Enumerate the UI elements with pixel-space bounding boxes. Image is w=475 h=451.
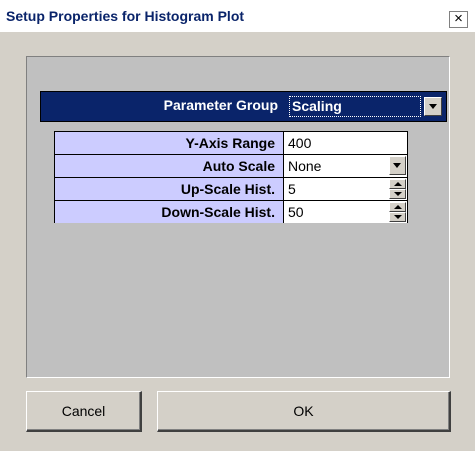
auto-scale-select[interactable]: None <box>284 155 407 177</box>
dialog-title: Setup Properties for Histogram Plot <box>6 8 245 24</box>
down-scale-input[interactable]: 50 <box>284 201 407 223</box>
up-scale-spinner <box>389 179 406 199</box>
property-value: 400 <box>288 135 312 151</box>
arrow-down-icon <box>394 215 402 219</box>
property-label: Y-Axis Range <box>55 132 283 154</box>
property-row-y-axis-range: Y-Axis Range 400 <box>55 132 407 154</box>
close-button[interactable]: × <box>449 11 468 28</box>
parameter-group-value[interactable]: Scaling <box>289 96 421 117</box>
spinner-down-button[interactable] <box>389 212 406 222</box>
property-label: Up-Scale Hist. <box>55 178 283 200</box>
property-value: None <box>288 158 322 174</box>
ok-button[interactable]: OK <box>157 391 451 432</box>
down-scale-spinner <box>389 202 406 222</box>
property-row-auto-scale: Auto Scale None <box>55 155 407 177</box>
spinner-down-button[interactable] <box>389 189 406 199</box>
spinner-up-button[interactable] <box>389 202 406 212</box>
chevron-down-icon <box>393 163 401 168</box>
y-axis-range-input[interactable]: 400 <box>284 132 407 154</box>
arrow-up-icon <box>394 182 402 186</box>
up-scale-input[interactable]: 5 <box>284 178 407 200</box>
arrow-up-icon <box>394 205 402 209</box>
property-row-up-scale: Up-Scale Hist. 5 <box>55 178 407 200</box>
dialog-window: Setup Properties for Histogram Plot × Pa… <box>0 0 475 451</box>
property-row-down-scale: Down-Scale Hist. 50 <box>55 201 407 223</box>
arrow-down-icon <box>394 192 402 196</box>
title-bar[interactable]: Setup Properties for Histogram Plot × <box>0 0 475 32</box>
close-icon: × <box>454 10 463 27</box>
property-label: Auto Scale <box>55 155 283 177</box>
parameter-group-dropdown-button[interactable] <box>424 97 442 116</box>
cancel-button[interactable]: Cancel <box>26 391 142 432</box>
parameter-group-label: Parameter Group <box>163 97 278 113</box>
parameter-group-select[interactable]: Scaling <box>287 95 444 118</box>
property-grid: Y-Axis Range 400 Auto Scale None Up-Scal… <box>54 131 408 223</box>
property-value: 5 <box>288 181 296 197</box>
auto-scale-dropdown-button[interactable] <box>389 156 406 175</box>
chevron-down-icon <box>429 104 437 109</box>
property-label: Down-Scale Hist. <box>55 201 283 223</box>
spinner-up-button[interactable] <box>389 179 406 189</box>
property-value: 50 <box>288 204 304 220</box>
